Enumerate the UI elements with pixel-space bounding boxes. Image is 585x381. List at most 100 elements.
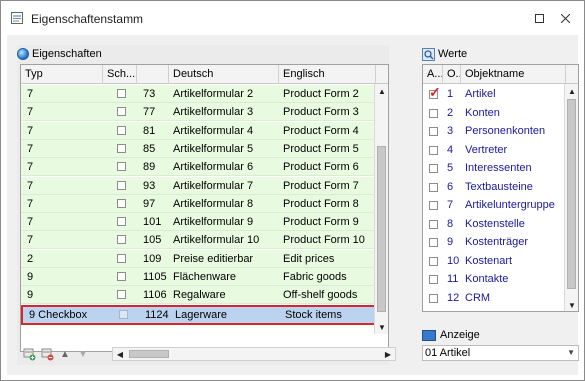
cell-typ: 7 (27, 106, 34, 119)
cell-objektname: CRM (465, 291, 491, 304)
row-checkbox[interactable] (117, 290, 126, 300)
value-checkbox[interactable] (429, 275, 438, 284)
value-checkbox[interactable] (429, 145, 438, 155)
row-checkbox[interactable] (117, 107, 126, 117)
scroll-left-arrow[interactable]: ◀ (113, 347, 127, 361)
list-item[interactable]: 11 Kontakte (423, 270, 566, 288)
cell-deutsch: Artikelformular 4 (173, 124, 254, 137)
list-item[interactable]: 6 Textbausteine (423, 177, 566, 196)
scroll-thumb[interactable] (377, 146, 386, 312)
column-objektname[interactable]: Objektname (461, 65, 566, 84)
add-row-button[interactable] (22, 347, 36, 361)
list-item[interactable]: 4 Vertreter (423, 140, 566, 159)
value-checkbox[interactable] (429, 201, 438, 210)
table-row-selected[interactable]: 9 Checkbox 1124 Lagerware Stock items (21, 304, 376, 325)
row-checkbox[interactable] (117, 89, 126, 98)
cell-deutsch: Regalware (173, 289, 226, 302)
row-checkbox[interactable] (117, 180, 126, 190)
cell-objektname: Kostenstelle (465, 217, 525, 230)
cell-deutsch: Artikelformular 7 (173, 179, 254, 192)
cell-typ: 7 (27, 124, 34, 137)
scroll-up-arrow[interactable]: ▲ (375, 84, 388, 98)
window: Eigenschaftenstamm Eigenschaften Typ Sch… (0, 0, 585, 381)
title-bar: Eigenschaftenstamm (1, 1, 584, 35)
row-checkbox[interactable] (117, 198, 126, 208)
list-item[interactable]: 7 Artikeluntergruppe (423, 196, 566, 214)
row-checkbox[interactable] (117, 143, 126, 153)
list-item[interactable]: 12 CRM (423, 288, 566, 307)
values-scroll-up-arrow[interactable]: ▲ (565, 84, 578, 98)
close-button[interactable] (553, 7, 577, 29)
list-item[interactable]: 5 Interessenten (423, 159, 566, 177)
cell-deutsch: Artikelformular 9 (173, 216, 254, 229)
column-a[interactable]: A... (423, 65, 443, 84)
row-checkbox[interactable] (119, 309, 128, 319)
values-scroll-thumb[interactable] (567, 99, 576, 289)
table-row[interactable]: 9 1105 Flächenware Fabric goods (21, 268, 376, 286)
list-item[interactable]: 8 Kostenstelle (423, 214, 566, 233)
properties-horizontal-scrollbar[interactable]: ◀ ▶ (112, 347, 396, 361)
list-item[interactable]: 9 Kostenträger (423, 233, 566, 251)
properties-grid[interactable]: Typ Sch... Deutsch Englisch 7 73 Artikelfo… (20, 64, 389, 352)
cell-englisch: Product Form 2 (283, 88, 359, 100)
list-item[interactable]: 2 Konten (423, 103, 566, 122)
horizontal-scroll-thumb[interactable] (129, 350, 169, 358)
row-checkbox[interactable] (117, 217, 126, 227)
column-englisch[interactable]: Englisch (279, 65, 376, 84)
list-item[interactable]: ✓ 1 Artikel (423, 85, 566, 103)
value-checkbox[interactable] (429, 108, 438, 118)
table-row[interactable]: 7 97 Artikelformular 8 Product Form 8 (21, 194, 376, 213)
value-checkbox[interactable] (429, 127, 438, 136)
table-row[interactable]: 7 105 Artikelformular 10 Product Form 10 (21, 231, 376, 250)
cell-nr: 1105 (143, 271, 167, 283)
anzeige-select[interactable]: 01 Artikel ▼ (422, 345, 579, 361)
cell-typ: 7 (27, 216, 34, 229)
value-checkbox[interactable] (429, 293, 438, 303)
values-grid[interactable]: A... O... Objektname ✓ 1 Artikel 2 Konten 3 Pe… (422, 64, 579, 312)
cell-typ: 7 (27, 234, 34, 247)
row-checkbox[interactable] (117, 253, 126, 263)
table-row[interactable]: 2 109 Preise editierbar Edit prices (21, 249, 376, 268)
delete-row-button[interactable] (40, 347, 54, 361)
values-scroll-down-arrow[interactable]: ▼ (565, 298, 578, 311)
cell-englisch: Stock items (285, 308, 342, 321)
cell-nr: 93 (143, 179, 156, 192)
cell-objektname: Kostenart (465, 254, 513, 267)
table-row[interactable]: 7 89 Artikelformular 6 Product Form 6 (21, 158, 376, 177)
value-checkbox[interactable] (429, 256, 438, 266)
cell-deutsch: Lagerware (175, 308, 227, 321)
row-checkbox[interactable] (117, 272, 126, 281)
row-checkbox[interactable] (117, 125, 126, 135)
column-o[interactable]: O... (443, 65, 461, 84)
table-row[interactable]: 9 1106 Regalware Off-shelf goods (21, 286, 376, 305)
value-checkbox[interactable] (429, 164, 438, 173)
properties-vertical-scrollbar[interactable]: ▲ ▼ (374, 84, 388, 334)
column-sch[interactable]: Sch... (103, 65, 137, 84)
column-typ[interactable]: Typ (21, 65, 103, 84)
scroll-down-arrow[interactable]: ▼ (375, 320, 388, 334)
maximize-button[interactable] (527, 7, 551, 29)
value-checkbox[interactable] (429, 219, 438, 229)
cell-objektname: Konten (465, 106, 500, 119)
table-row[interactable]: 7 101 Artikelformular 9 Product Form 9 (21, 213, 376, 232)
row-checkbox[interactable] (117, 235, 126, 245)
table-row[interactable]: 7 77 Artikelformular 3 Product Form 3 (21, 103, 376, 122)
scroll-right-arrow[interactable]: ▶ (381, 347, 395, 361)
table-row[interactable]: 7 93 Artikelformular 7 Product Form 7 (21, 176, 376, 195)
row-checkbox[interactable] (117, 162, 126, 172)
table-row[interactable]: 7 85 Artikelformular 5 Product Form 5 (21, 139, 376, 158)
properties-heading: Eigenschaften (32, 48, 102, 60)
value-checkbox[interactable] (429, 182, 438, 192)
values-vertical-scrollbar[interactable]: ▲ ▼ (564, 84, 578, 311)
list-item[interactable]: 10 Kostenart (423, 251, 566, 270)
column-nr[interactable] (137, 65, 169, 84)
table-row[interactable]: 7 73 Artikelformular 2 Product Form 2 (21, 85, 376, 103)
column-deutsch[interactable]: Deutsch (169, 65, 279, 84)
move-up-button[interactable]: ▲ (58, 347, 72, 361)
move-down-button[interactable]: ▼ (76, 347, 90, 361)
value-checkbox[interactable] (429, 238, 438, 247)
table-row[interactable]: 7 81 Artikelformular 4 Product Form 4 (21, 121, 376, 140)
cell-objektname: Artikel (465, 88, 496, 100)
list-item[interactable]: 3 Personenkonten (423, 122, 566, 140)
monitor-icon (422, 329, 436, 341)
